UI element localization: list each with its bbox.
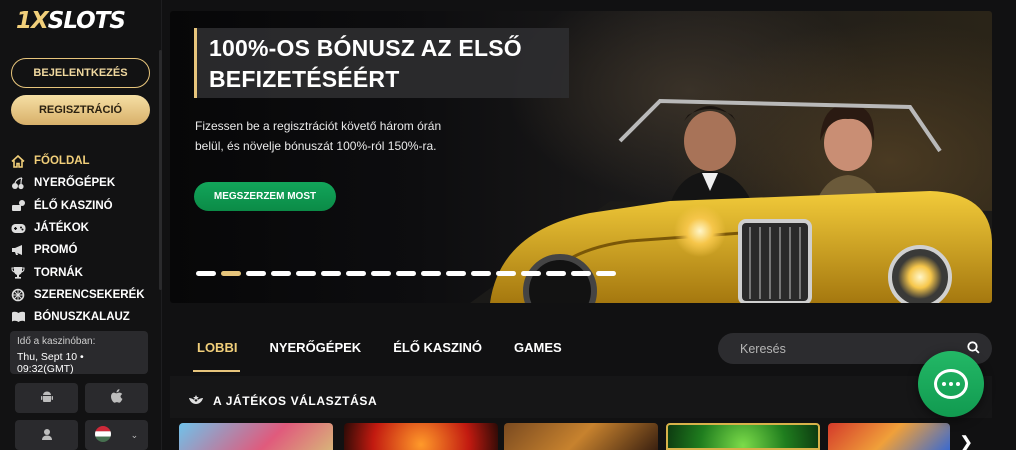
sidebar-item-games[interactable]: JÁTÉKOK [10,217,156,239]
chevron-down-icon: ⌄ [130,429,139,440]
promo-banner[interactable]: 100%-OS BÓNUSZ AZ ELSŐ BEFIZETÉSÉÉRT Fiz… [170,11,992,303]
android-app-button[interactable] [15,383,78,413]
sidebar-item-wheel[interactable]: SZERENCSEKERÉK [10,284,156,306]
language-selector[interactable]: ⌄ [85,420,148,450]
carousel-dot[interactable] [296,271,316,276]
carousel-dot[interactable] [246,271,266,276]
sidebar-item-label: TORNÁK [34,266,83,279]
carousel-dot[interactable] [571,271,591,276]
banner-title-line-1: 100%-OS BÓNUSZ AZ ELSŐ [209,35,522,61]
casino-time-value: Thu, Sept 10 • 09:32(GMT) [17,351,84,375]
megaphone-icon [10,243,26,257]
banner-subtitle: Fizessen be a regisztrációt követő három… [195,116,495,156]
sidebar-item-promo[interactable]: PROMÓ [10,239,156,261]
sidebar-item-label: JÁTÉKOK [34,222,89,235]
carousel-dot[interactable] [396,271,416,276]
sidebar-item-label: FŐOLDAL [34,155,90,168]
banner-title-line-2: BEFIZETÉSÉÉRT [209,66,400,92]
game-tile[interactable] [504,423,658,450]
sidebar-nav: FŐOLDAL NYERŐGÉPEK ÉLŐ KASZINÓ JÁTÉKOK P… [10,150,156,328]
logo[interactable]: 1XSLOTS [16,8,126,34]
banner-subtitle-line-2: belül, és növelje bónuszát 100%-ról 150%… [195,139,437,153]
sidebar-scrollbar[interactable] [159,50,162,290]
tab-games[interactable]: GAMES [514,340,562,362]
carousel-dot[interactable] [221,271,241,276]
sidebar-item-tournaments[interactable]: TORNÁK [10,261,156,283]
carousel-dot[interactable] [321,271,341,276]
chat-icon [934,369,968,399]
trophy-icon [10,266,26,280]
carousel-dot[interactable] [496,271,516,276]
chat-button[interactable] [918,351,984,417]
carousel-dot[interactable] [371,271,391,276]
search-icon[interactable] [967,340,980,357]
laurel-icon [188,392,204,409]
carousel-dot[interactable] [521,271,541,276]
sidebar-item-home[interactable]: FŐOLDAL [10,150,156,172]
app-root: 1XSLOTS BEJELENTKEZÉS REGISZTRÁCIÓ FŐOLD… [0,0,1016,450]
dealer-icon [10,199,26,213]
hungary-flag-icon [94,425,111,445]
sidebar-item-slots[interactable]: NYERŐGÉPEK [10,172,156,194]
banner-title-box: 100%-OS BÓNUSZ AZ ELSŐ BEFIZETÉSÉÉRT [194,28,569,98]
sidebar: 1XSLOTS BEJELENTKEZÉS REGISZTRÁCIÓ FŐOLD… [0,0,162,450]
carousel-dot[interactable] [196,271,216,276]
support-button[interactable] [15,420,78,450]
sidebar-item-label: BÓNUSZKALAUZ [34,311,130,324]
book-icon [10,310,26,324]
tab-lobby[interactable]: LOBBI [197,340,237,362]
gamepad-icon [10,221,26,235]
casino-time-box: Idő a kaszinóban: Thu, Sept 10 • 09:32(G… [10,331,148,375]
apple-icon [110,389,123,407]
game-tile[interactable] [179,423,333,450]
carousel-dot[interactable] [421,271,441,276]
casino-time-label: Idő a kaszinóban: [17,336,96,347]
sidebar-item-live-casino[interactable]: ÉLŐ KASZINÓ [10,195,156,217]
support-icon [40,427,54,444]
banner-subtitle-line-1: Fizessen be a regisztrációt követő három… [195,119,442,133]
register-button[interactable]: REGISZTRÁCIÓ [11,95,150,125]
get-bonus-button[interactable]: MEGSZERZEM MOST [194,182,336,211]
carousel-dot[interactable] [596,271,616,276]
ios-app-button[interactable] [85,383,148,413]
game-tile[interactable] [666,423,820,450]
carousel-dot[interactable] [446,271,466,276]
sidebar-item-label: PROMÓ [34,244,78,257]
carousel-dot[interactable] [546,271,566,276]
carousel-dot[interactable] [271,271,291,276]
category-tabs: LOBBI NYERŐGÉPEK ÉLŐ KASZINÓ GAMES [197,340,562,362]
section-title: A JÁTÉKOS VÁLASZTÁSA [213,394,378,408]
tab-live-casino[interactable]: ÉLŐ KASZINÓ [393,340,482,362]
tab-slots[interactable]: NYERŐGÉPEK [269,340,361,362]
android-icon [40,390,54,407]
chevron-right-icon[interactable]: ❯ [960,433,973,450]
carousel-indicators [196,271,616,276]
cherries-icon [10,176,26,190]
carousel-dot[interactable] [346,271,366,276]
sidebar-item-bonus-guide[interactable]: BÓNUSZKALAUZ [10,306,156,328]
home-icon [10,154,26,168]
active-tab-indicator [193,370,240,372]
search-placeholder: Keresés [740,341,786,356]
wheel-icon [10,288,26,302]
game-tile[interactable] [344,423,498,450]
carousel-dot[interactable] [471,271,491,276]
sidebar-item-label: SZERENCSEKERÉK [34,288,145,301]
banner-car-illustration [470,98,992,303]
sidebar-item-label: ÉLŐ KASZINÓ [34,199,113,212]
sidebar-item-label: NYERŐGÉPEK [34,177,116,190]
game-tile[interactable] [828,423,950,450]
login-button[interactable]: BEJELENTKEZÉS [11,58,150,88]
